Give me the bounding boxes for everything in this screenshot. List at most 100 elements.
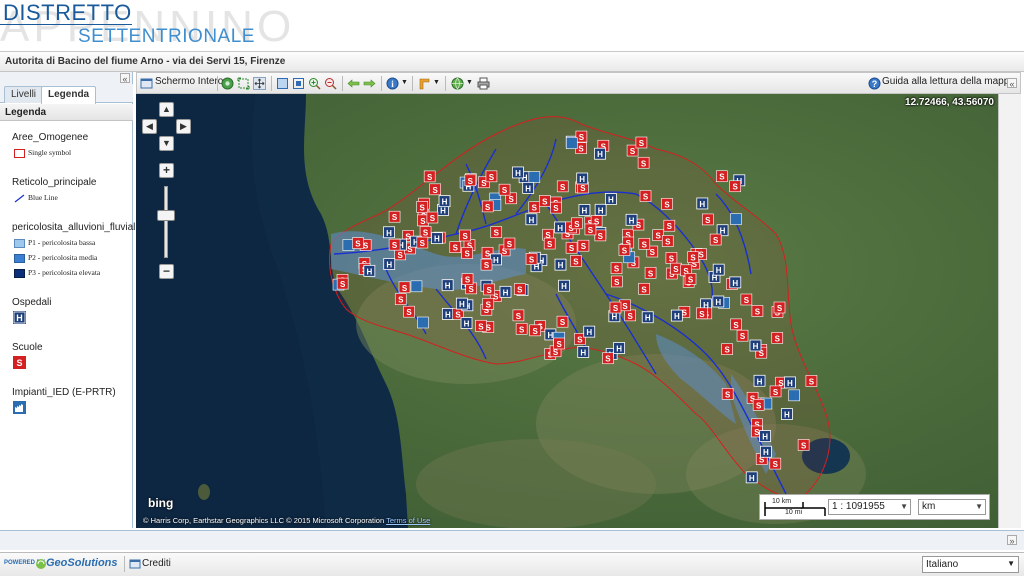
help-icon[interactable]: ? [868, 77, 881, 90]
school-marker-icon[interactable]: S [464, 174, 477, 187]
hospital-marker-icon[interactable]: H [522, 181, 535, 194]
school-marker-icon[interactable]: S [550, 201, 562, 214]
school-marker-icon[interactable]: S [416, 236, 429, 249]
school-marker-icon[interactable]: S [773, 301, 786, 314]
school-marker-icon[interactable]: S [512, 309, 525, 322]
hospital-marker-icon[interactable]: H [460, 317, 473, 329]
zoom-in-icon[interactable] [308, 77, 321, 90]
zoom-slider-track[interactable] [164, 186, 168, 258]
school-marker-icon[interactable]: S [684, 273, 697, 285]
school-marker-icon[interactable]: S [485, 170, 498, 183]
school-marker-icon[interactable]: S [729, 180, 741, 193]
school-marker-icon[interactable]: S [771, 332, 784, 344]
school-marker-icon[interactable]: S [661, 198, 673, 210]
hospital-marker-icon[interactable]: H [455, 297, 468, 310]
school-marker-icon[interactable]: S [637, 156, 650, 169]
school-marker-icon[interactable]: S [751, 305, 764, 317]
school-marker-icon[interactable]: S [736, 329, 749, 342]
school-marker-icon[interactable]: S [352, 237, 364, 249]
zoom-box-icon[interactable] [237, 77, 250, 90]
hospital-marker-icon[interactable]: H [583, 325, 596, 338]
school-marker-icon[interactable]: S [398, 281, 411, 294]
school-marker-icon[interactable]: S [639, 190, 652, 202]
hospital-marker-icon[interactable]: H [578, 204, 591, 216]
school-marker-icon[interactable]: S [584, 223, 597, 236]
school-marker-icon[interactable]: S [528, 201, 541, 214]
school-marker-icon[interactable]: S [426, 211, 439, 224]
measure-icon[interactable] [418, 77, 431, 90]
school-marker-icon[interactable]: S [394, 293, 407, 305]
pan-icon[interactable] [253, 77, 266, 90]
hospital-marker-icon[interactable]: H [613, 342, 626, 354]
school-marker-icon[interactable]: S [482, 297, 495, 310]
forward-arrow-icon[interactable] [363, 77, 376, 90]
collapse-right-icon[interactable]: « [1007, 78, 1017, 89]
hospital-marker-icon[interactable]: H [554, 258, 567, 271]
school-marker-icon[interactable]: S [638, 282, 650, 295]
hospital-marker-icon[interactable]: H [696, 197, 709, 210]
zoom-out-box-icon[interactable] [292, 77, 305, 90]
school-marker-icon[interactable]: S [459, 229, 472, 242]
hospital-marker-icon[interactable]: H [745, 471, 758, 484]
zoom-in-box-icon[interactable] [276, 77, 289, 90]
fullscreen-icon[interactable] [140, 77, 153, 90]
factory-marker-icon[interactable] [417, 316, 429, 329]
hospital-marker-icon[interactable]: H [383, 258, 396, 270]
school-marker-icon[interactable]: S [709, 233, 722, 246]
school-marker-icon[interactable]: S [461, 247, 473, 259]
school-marker-icon[interactable]: S [769, 385, 782, 398]
zoom-extent-icon[interactable] [221, 77, 234, 90]
school-marker-icon[interactable]: S [797, 439, 810, 451]
school-marker-icon[interactable]: S [696, 307, 708, 320]
hospital-marker-icon[interactable]: H [712, 295, 725, 308]
school-marker-icon[interactable]: S [490, 226, 503, 238]
school-marker-icon[interactable]: S [702, 213, 714, 226]
school-marker-icon[interactable]: S [483, 283, 495, 296]
school-marker-icon[interactable]: S [394, 248, 406, 261]
school-marker-icon[interactable]: S [638, 237, 651, 250]
school-marker-icon[interactable]: S [805, 375, 818, 387]
school-marker-icon[interactable]: S [665, 252, 678, 264]
hospital-marker-icon[interactable]: H [441, 308, 454, 320]
school-marker-icon[interactable]: S [539, 195, 551, 207]
hospital-marker-icon[interactable]: H [594, 147, 606, 160]
print-icon[interactable] [477, 77, 490, 90]
school-marker-icon[interactable]: S [543, 237, 556, 250]
hospital-marker-icon[interactable]: H [760, 445, 772, 458]
school-marker-icon[interactable]: S [503, 237, 516, 250]
school-marker-icon[interactable]: S [571, 217, 583, 230]
hospital-marker-icon[interactable]: H [604, 193, 617, 205]
school-marker-icon[interactable]: S [611, 275, 623, 288]
hospital-marker-icon[interactable]: H [431, 232, 443, 245]
credits-button[interactable]: Crediti [142, 558, 171, 569]
zoom-slider-thumb[interactable] [157, 210, 175, 221]
hospital-marker-icon[interactable]: H [784, 376, 796, 389]
guide-button[interactable]: Guida alla lettura della mappa [882, 76, 1015, 91]
school-marker-icon[interactable]: S [721, 343, 733, 355]
hospital-marker-icon[interactable]: H [729, 276, 742, 289]
hospital-marker-icon[interactable]: H [363, 264, 376, 277]
school-marker-icon[interactable]: S [515, 322, 528, 335]
fullscreen-button[interactable]: Schermo Intero [155, 76, 223, 91]
school-marker-icon[interactable]: S [498, 183, 511, 196]
school-marker-icon[interactable]: S [475, 319, 487, 332]
hospital-marker-icon[interactable]: H [525, 213, 538, 226]
terms-link[interactable]: Terms of Use [386, 516, 430, 525]
hospital-marker-icon[interactable]: H [558, 279, 570, 292]
info-dropdown-arrow-icon[interactable]: ▼ [401, 79, 408, 94]
hospital-marker-icon[interactable]: H [576, 172, 589, 185]
school-marker-icon[interactable]: S [769, 457, 782, 470]
pan-down-icon[interactable]: ▼ [159, 136, 174, 151]
school-marker-icon[interactable]: S [740, 293, 753, 306]
hospital-marker-icon[interactable]: H [625, 213, 638, 226]
school-marker-icon[interactable]: S [336, 277, 349, 290]
zoom-out-button[interactable]: − [159, 264, 174, 279]
geosolutions-link[interactable]: GeoSolutions [46, 557, 118, 569]
school-marker-icon[interactable]: S [610, 262, 623, 275]
back-arrow-icon[interactable] [347, 77, 360, 90]
collapse-left-icon[interactable]: « [120, 73, 130, 84]
school-marker-icon[interactable]: S [481, 200, 494, 213]
school-marker-icon[interactable]: S [388, 238, 401, 251]
school-marker-icon[interactable]: S [565, 241, 578, 254]
factory-marker-icon[interactable] [730, 213, 742, 225]
